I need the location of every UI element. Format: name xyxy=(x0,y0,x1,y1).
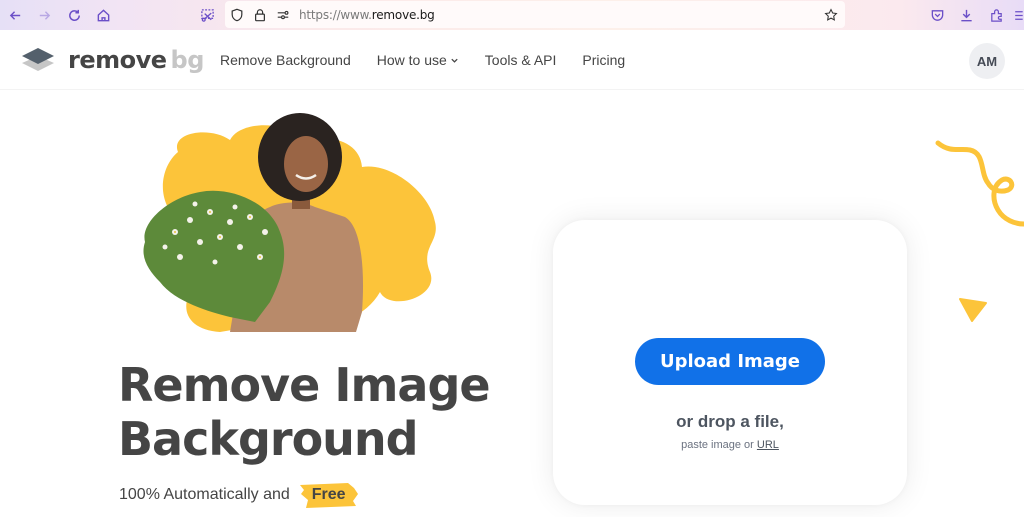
bookmark-star-icon[interactable] xyxy=(823,7,839,23)
menu-button[interactable] xyxy=(1012,5,1024,25)
hero-title: Remove Image Background xyxy=(118,358,491,466)
logo-layers-icon xyxy=(22,48,54,71)
nav-remove-background[interactable]: Remove Background xyxy=(220,52,351,68)
screenshot-icon xyxy=(200,8,214,22)
permissions-icon[interactable] xyxy=(275,7,291,23)
home-icon xyxy=(97,8,109,21)
logo[interactable]: remove bg xyxy=(20,46,204,74)
shield-icon[interactable] xyxy=(229,7,245,23)
forward-button[interactable] xyxy=(34,5,54,25)
flower-bouquet xyxy=(143,190,285,322)
nav-tools-api[interactable]: Tools & API xyxy=(485,52,557,68)
hero-subtitle-text: 100% Automatically and xyxy=(119,486,290,503)
browser-toolbar: https://www.remove.bg xyxy=(0,0,1024,30)
menu-icon xyxy=(1015,10,1023,20)
upload-dropzone[interactable]: Upload Image or drop a file, paste image… xyxy=(553,220,907,505)
back-button[interactable] xyxy=(5,5,25,25)
nav-how-to-use[interactable]: How to use xyxy=(377,52,459,68)
nav-pricing[interactable]: Pricing xyxy=(582,52,625,68)
paste-hint: paste image or URL xyxy=(553,439,907,451)
home-button[interactable] xyxy=(93,5,113,25)
extensions-icon xyxy=(990,8,1002,22)
pocket-button[interactable] xyxy=(927,5,947,25)
download-icon xyxy=(960,9,972,21)
free-badge-label: Free xyxy=(311,486,346,503)
triangle-decoration xyxy=(959,298,987,322)
screenshot-button[interactable] xyxy=(197,5,217,25)
user-avatar[interactable]: AM xyxy=(969,43,1005,79)
hero-title-line2: Background xyxy=(118,412,419,466)
main-nav: Remove Background How to use Tools & API… xyxy=(220,52,651,68)
forward-icon xyxy=(39,10,50,20)
reload-button[interactable] xyxy=(64,5,84,25)
reload-icon xyxy=(68,9,80,21)
lock-icon[interactable] xyxy=(252,7,268,23)
logo-text-primary: remove xyxy=(68,46,167,74)
site-header: remove bg Remove Background How to use T… xyxy=(0,30,1024,90)
download-button[interactable] xyxy=(956,5,976,25)
hero-title-line1: Remove Image xyxy=(118,358,491,412)
chevron-down-icon xyxy=(451,58,458,63)
pocket-icon xyxy=(931,9,943,21)
free-badge: Free xyxy=(298,483,360,508)
url-text[interactable]: https://www.remove.bg xyxy=(299,8,435,22)
paste-hint-text: paste image or xyxy=(681,439,754,451)
address-bar[interactable]: https://www.remove.bg xyxy=(225,1,845,28)
logo-text-secondary: bg xyxy=(170,46,205,74)
hero-subtitle: 100% Automatically and Free xyxy=(119,483,360,508)
hero-image xyxy=(143,113,436,333)
upload-image-button[interactable]: Upload Image xyxy=(635,338,825,385)
drop-file-text: or drop a file, xyxy=(676,412,784,431)
url-link[interactable]: URL xyxy=(757,439,779,451)
squiggle-decoration xyxy=(935,140,1024,227)
nav-how-to-use-label: How to use xyxy=(376,52,447,68)
extensions-button[interactable] xyxy=(986,5,1006,25)
back-icon xyxy=(9,10,20,20)
